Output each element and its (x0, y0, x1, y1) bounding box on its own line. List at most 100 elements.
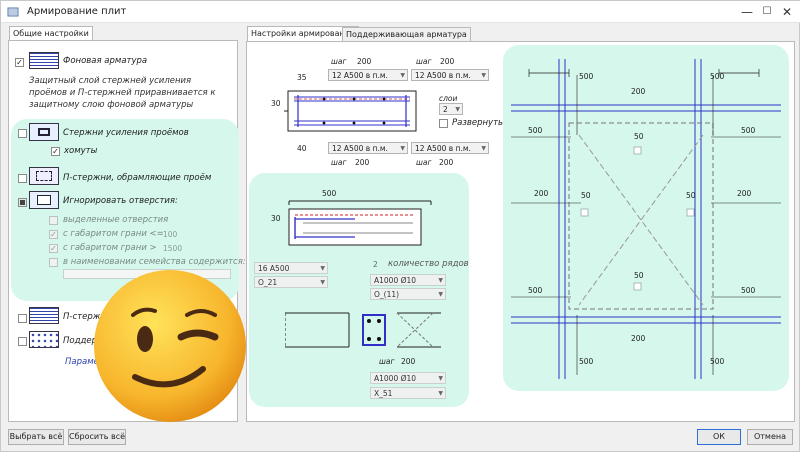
dim-30-label: 30 (271, 99, 281, 108)
layers-value: 2 (443, 105, 448, 114)
chevron-down-icon: ▼ (455, 106, 460, 113)
top-step-label-left: шаг (331, 57, 347, 66)
plan-dim-500-bottom-a: 500 (579, 357, 594, 366)
edge-rebar-select-1[interactable]: A1000 Ø10 ▼ (370, 274, 446, 286)
dialog-window: Армирование плит — ☐ ✕ Общие настройки ✓… (0, 0, 800, 452)
top-right-rebar-select[interactable]: 12 A500 в п.м. ▼ (411, 69, 489, 81)
chevron-down-icon: ▼ (481, 145, 486, 152)
rows-count-value[interactable]: 2 (373, 260, 378, 269)
bottom-step-value-right[interactable]: 200 (439, 158, 453, 167)
top-left-rebar-value: 12 A500 в п.м. (332, 71, 388, 80)
plan-view-drawing (511, 59, 781, 379)
plan-dim-200-top: 200 (631, 87, 646, 96)
app-icon (7, 7, 19, 17)
background-reinforcement-label: Фоновая арматура (63, 56, 148, 66)
clamps-checkbox[interactable]: ✓ (51, 147, 60, 156)
ignore-face-gt-checkbox[interactable]: ✓ (49, 244, 58, 253)
plan-dim-200-left: 200 (534, 189, 549, 198)
support-icon (29, 331, 59, 348)
clamp-detail-drawing (285, 312, 441, 348)
top-step-label-right: шаг (416, 57, 432, 66)
bottom-step-label-right: шаг (416, 158, 432, 167)
top-left-rebar-select[interactable]: 12 A500 в п.м. ▼ (328, 69, 408, 81)
dim-35-label: 35 (297, 73, 307, 82)
edge-rod-value: 16 A500 (258, 264, 290, 273)
select-all-button[interactable]: Выбрать всё (8, 429, 64, 445)
edge-shape-value-1: О_(11) (374, 290, 400, 299)
tab-support-reinforcement[interactable]: Поддерживающая арматура (342, 27, 471, 41)
plan-dim-500-right: 500 (741, 126, 756, 135)
p-rods-frame-label: П-стержни, обрамляющие проём (63, 173, 212, 183)
background-reinforcement-icon (29, 52, 59, 69)
edge-rod-select[interactable]: 16 A500 ▼ (254, 262, 328, 274)
edge-shape-select-2[interactable]: Х_51 ▼ (370, 387, 446, 399)
winking-face-emoji (94, 270, 246, 422)
ignore-face-le-value[interactable]: 100 (163, 230, 177, 239)
chevron-down-icon: ▼ (400, 72, 405, 79)
title-bar: Армирование плит — ☐ ✕ (1, 1, 800, 23)
plan-dim-50-right: 50 (686, 191, 696, 200)
plan-dim-500-bottom-b: 500 (710, 357, 725, 366)
reset-all-button[interactable]: Сбросить всё (68, 429, 126, 445)
plan-dim-500-left: 500 (528, 126, 543, 135)
top-right-rebar-value: 12 A500 в п.м. (415, 71, 471, 80)
edge-dim-30: 30 (271, 214, 281, 223)
edge-shape-select-1[interactable]: О_(11) ▼ (370, 288, 446, 300)
top-step-value-right[interactable]: 200 (440, 57, 454, 66)
p-rods-frame-checkbox[interactable] (18, 174, 27, 183)
edge-step-value[interactable]: 200 (401, 357, 415, 366)
ignore-face-le-checkbox[interactable]: ✓ (49, 230, 58, 239)
close-icon[interactable]: ✕ (778, 4, 796, 20)
plan-dim-500-bottom-right: 500 (741, 286, 756, 295)
cancel-button[interactable]: Отмена (747, 429, 793, 445)
protective-layer-note: Защитный слой стержней усиления проёмов … (29, 76, 216, 110)
minimize-icon[interactable]: — (738, 4, 756, 20)
ignore-openings-icon (29, 191, 59, 209)
slab-section-drawing (284, 90, 417, 132)
p-rods-frame-icon (29, 167, 59, 185)
ok-button[interactable]: ОК (697, 429, 741, 445)
bottom-left-rebar-select[interactable]: 12 A500 в п.м. ▼ (328, 142, 408, 154)
p-rods-icon (29, 307, 59, 324)
window-title: Армирование плит (27, 6, 127, 17)
chevron-down-icon: ▼ (400, 145, 405, 152)
ignore-selected-label: выделенные отверстия (63, 215, 169, 225)
p-rods-checkbox[interactable] (18, 314, 27, 323)
edge-rebar-value-1: A1000 Ø10 (374, 276, 417, 285)
chevron-down-icon: ▼ (438, 277, 443, 284)
unfold-checkbox[interactable] (439, 119, 448, 128)
opening-rods-checkbox[interactable] (18, 129, 27, 138)
chevron-down-icon: ▼ (320, 279, 325, 286)
chevron-down-icon: ▼ (438, 291, 443, 298)
edge-shape-select[interactable]: О_21 ▼ (254, 276, 328, 288)
edge-rebar-select-2[interactable]: A1000 Ø10 ▼ (370, 372, 446, 384)
bottom-right-rebar-select[interactable]: 12 A500 в п.м. ▼ (411, 142, 489, 154)
layers-select[interactable]: 2 ▼ (439, 103, 463, 115)
support-checkbox[interactable] (18, 337, 27, 346)
top-step-value-left[interactable]: 200 (357, 57, 371, 66)
dim-40-label: 40 (297, 144, 307, 153)
opening-rods-icon (29, 123, 59, 141)
bottom-step-value-left[interactable]: 200 (355, 158, 369, 167)
edge-rebar-value-2: A1000 Ø10 (374, 374, 417, 383)
edge-step-label: шаг (379, 357, 395, 366)
edge-detail-drawing (288, 200, 432, 246)
chevron-down-icon: ▼ (481, 72, 486, 79)
plan-dim-50-left: 50 (581, 191, 591, 200)
ignore-face-gt-value[interactable]: 1500 (163, 244, 182, 253)
chevron-down-icon: ▼ (438, 375, 443, 382)
ignore-family-checkbox[interactable] (49, 258, 58, 267)
background-reinforcement-checkbox[interactable]: ✓ (15, 58, 24, 67)
ignore-openings-checkbox[interactable] (18, 198, 27, 207)
ignore-face-gt-label: с габаритом грани > (63, 243, 157, 253)
maximize-icon[interactable]: ☐ (758, 4, 776, 20)
bottom-right-rebar-value: 12 A500 в п.м. (415, 144, 471, 153)
edge-shape-value: О_21 (258, 278, 278, 287)
tab-general-settings[interactable]: Общие настройки (9, 26, 93, 41)
clamps-label: хомуты (64, 146, 98, 156)
plan-dim-200-right: 200 (737, 189, 752, 198)
bottom-step-label-left: шаг (331, 158, 347, 167)
ignore-selected-checkbox[interactable] (49, 216, 58, 225)
ignore-openings-label: Игнорировать отверстия: (63, 196, 178, 206)
bottom-left-rebar-value: 12 A500 в п.м. (332, 144, 388, 153)
